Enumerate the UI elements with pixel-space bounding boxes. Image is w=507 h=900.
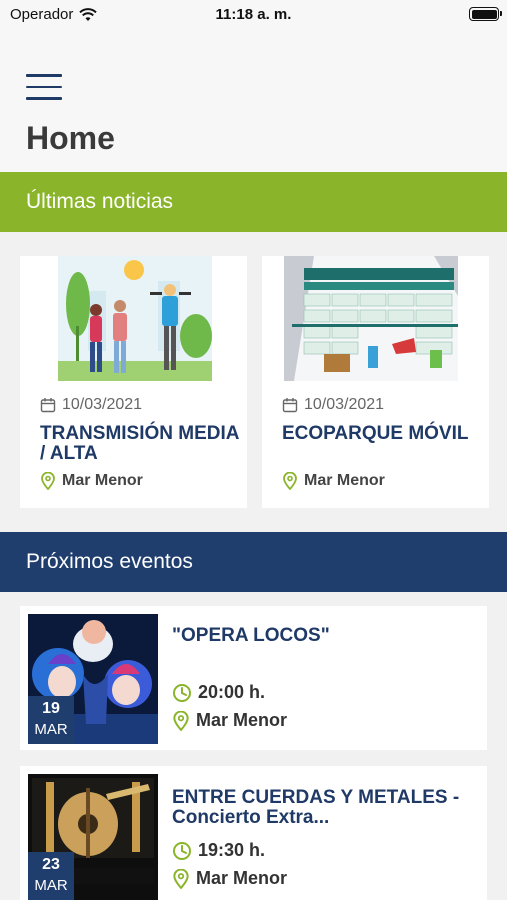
news-card[interactable]: 10/03/2021 TRANSMISIÓN MEDIA / ALTA Mar …: [20, 256, 247, 508]
event-location-text: Mar Menor: [196, 868, 288, 888]
news-image: [58, 256, 212, 381]
menu-icon[interactable]: [26, 74, 62, 102]
calendar-icon: [40, 398, 56, 413]
event-time-text: 19:30 h.: [198, 840, 266, 860]
event-time-text: 20:00 h.: [198, 682, 266, 702]
location-pin-icon: [173, 868, 189, 889]
app-header: Home: [0, 30, 507, 172]
event-card[interactable]: 19 MAR "OPERA LOCOS" 20:00 h. Mar Menor: [20, 606, 487, 750]
event-time: 19:30 h.: [172, 840, 265, 861]
event-day: 23: [42, 856, 60, 873]
news-date: 10/03/2021: [40, 396, 142, 414]
calendar-icon: [282, 398, 298, 413]
news-title[interactable]: ECOPARQUE MÓVIL: [282, 424, 482, 444]
news-location: Mar Menor: [40, 472, 143, 490]
event-month: MAR: [34, 721, 68, 738]
clock-icon: [173, 841, 191, 860]
event-date-badge: 19 MAR: [28, 696, 74, 744]
news-location-text: Mar Menor: [304, 472, 385, 489]
status-bar: Operador 11:18 a. m.: [0, 0, 507, 30]
status-time: 11:18 a. m.: [215, 6, 292, 23]
news-image: [284, 256, 458, 381]
news-card[interactable]: 10/03/2021 ECOPARQUE MÓVIL Mar Menor: [262, 256, 489, 508]
event-location-text: Mar Menor: [196, 710, 288, 730]
news-date-text: 10/03/2021: [62, 396, 143, 413]
clock-icon: [173, 683, 191, 702]
event-card[interactable]: 23 MAR ENTRE CUERDAS Y METALES - Concier…: [20, 766, 487, 900]
event-title[interactable]: "OPERA LOCOS": [172, 626, 477, 646]
event-location: Mar Menor: [172, 868, 287, 889]
event-month: MAR: [34, 877, 68, 894]
event-day: 19: [42, 700, 60, 717]
event-title[interactable]: ENTRE CUERDAS Y METALES - Concierto Extr…: [172, 788, 477, 828]
event-date-badge: 23 MAR: [28, 852, 74, 900]
news-section-header: Últimas noticias: [0, 172, 507, 232]
news-location-text: Mar Menor: [62, 472, 143, 489]
news-date-text: 10/03/2021: [304, 396, 385, 413]
news-title[interactable]: TRANSMISIÓN MEDIA / ALTA: [40, 424, 240, 464]
location-pin-icon: [173, 710, 189, 731]
battery-icon: [469, 7, 502, 21]
event-location: Mar Menor: [172, 710, 287, 731]
news-date: 10/03/2021: [282, 396, 384, 414]
events-section-header: Próximos eventos: [0, 532, 507, 592]
location-pin-icon: [41, 472, 55, 490]
location-pin-icon: [283, 472, 297, 490]
news-location: Mar Menor: [282, 472, 385, 490]
page-title: Home: [26, 120, 115, 156]
event-time: 20:00 h.: [172, 682, 265, 703]
